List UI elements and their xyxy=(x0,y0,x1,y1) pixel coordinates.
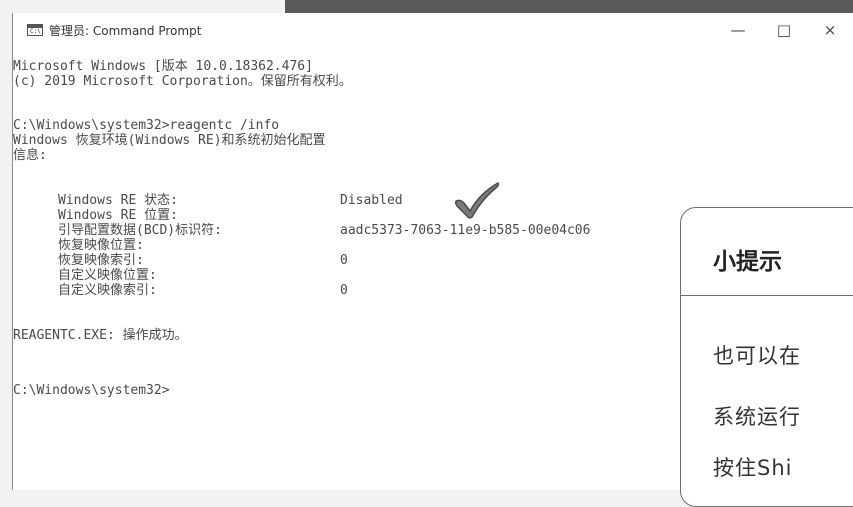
result-line: REAGENTC.EXE: 操作成功。 xyxy=(13,328,188,343)
title-bar[interactable]: C:\ 管理员: Command Prompt — □ × xyxy=(13,13,853,47)
tip-text-line: 按住Shi xyxy=(713,456,793,480)
console-line: Windows 恢复环境(Windows RE)和系统初始化配置 xyxy=(13,133,326,148)
tip-card: 小提示 也可以在 系统运行 按住Shi xyxy=(680,207,853,507)
console-line: (c) 2019 Microsoft Corporation。保留所有权利。 xyxy=(13,74,352,89)
info-value: Disabled xyxy=(340,193,403,208)
tip-text-line: 系统运行 xyxy=(713,405,801,429)
checkmark-icon xyxy=(455,181,500,219)
minimize-button[interactable]: — xyxy=(715,13,761,47)
console-line: Microsoft Windows [版本 10.0.18362.476] xyxy=(13,59,313,74)
window-controls: — □ × xyxy=(715,13,853,47)
info-value: aadc5373-7063-11e9-b585-00e04c06 xyxy=(340,223,591,238)
info-value: 0 xyxy=(340,253,348,268)
info-label: Windows RE 位置: xyxy=(58,208,178,223)
console-line: C:\Windows\system32>reagentc /info xyxy=(13,118,280,133)
background-window-strip xyxy=(285,0,853,13)
info-label: 自定义映像位置: xyxy=(58,268,157,283)
cmd-icon: C:\ xyxy=(27,24,43,36)
console-line: 信息: xyxy=(13,148,47,163)
info-label: 自定义映像索引: xyxy=(58,283,157,298)
info-label: Windows RE 状态: xyxy=(58,193,178,208)
close-button[interactable]: × xyxy=(807,13,853,47)
info-label: 恢复映像位置: xyxy=(58,238,144,253)
tip-header: 小提示 xyxy=(681,208,853,296)
maximize-button[interactable]: □ xyxy=(761,13,807,47)
info-value: 0 xyxy=(340,283,348,298)
info-label: 恢复映像索引: xyxy=(58,253,144,268)
tip-title: 小提示 xyxy=(713,249,782,275)
window-title: 管理员: Command Prompt xyxy=(49,23,202,38)
tip-text-line: 也可以在 xyxy=(713,344,801,368)
info-label: 引导配置数据(BCD)标识符: xyxy=(58,223,222,238)
command-prompt-line[interactable]: C:\Windows\system32> xyxy=(13,383,170,398)
